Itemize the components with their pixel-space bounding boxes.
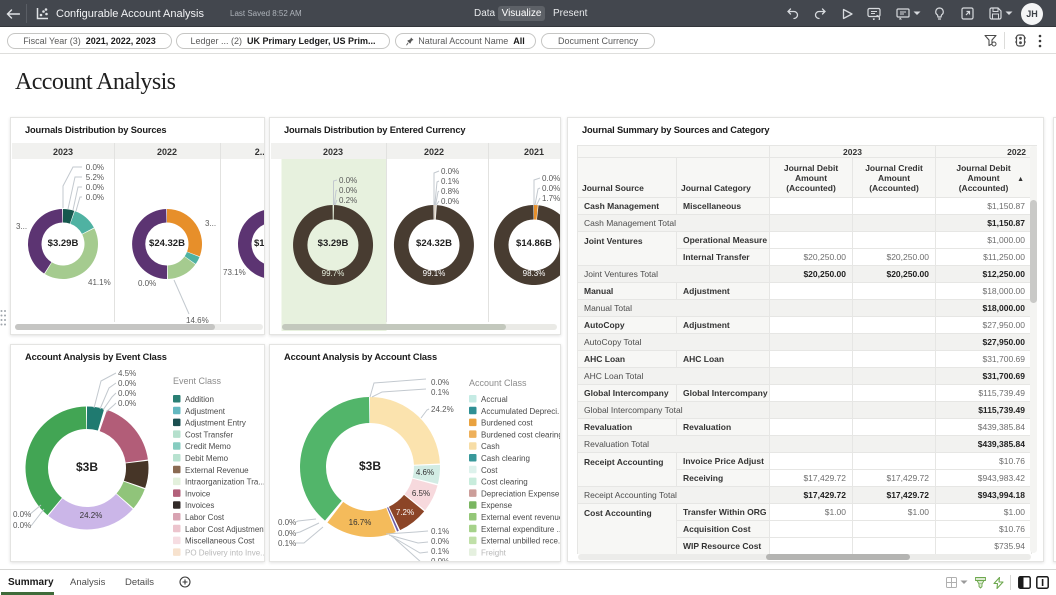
svg-text:$3.29B: $3.29B bbox=[48, 238, 79, 249]
svg-text:0.1%: 0.1% bbox=[431, 547, 449, 556]
svg-text:Depreciation Expense: Depreciation Expense bbox=[481, 489, 560, 498]
svg-text:3...: 3... bbox=[205, 219, 216, 228]
svg-text:41.1%: 41.1% bbox=[88, 278, 111, 287]
svg-text:Accrual: Accrual bbox=[481, 395, 508, 404]
svg-text:0.0%: 0.0% bbox=[542, 174, 560, 183]
svg-text:0.0%: 0.0% bbox=[278, 529, 296, 538]
svg-text:0.0%: 0.0% bbox=[86, 163, 104, 172]
svg-text:14.6%: 14.6% bbox=[186, 316, 209, 325]
svg-text:External unbilled rece...: External unbilled rece... bbox=[481, 537, 560, 546]
svg-text:5.2%: 5.2% bbox=[86, 173, 104, 182]
svg-text:Expense: Expense bbox=[481, 501, 513, 510]
svg-text:Addition: Addition bbox=[185, 395, 214, 404]
svg-text:Cost: Cost bbox=[481, 466, 498, 475]
svg-text:0.0%: 0.0% bbox=[13, 510, 31, 519]
svg-text:Adjustment Entry: Adjustment Entry bbox=[185, 419, 246, 428]
svg-text:Credit Memo: Credit Memo bbox=[185, 442, 231, 451]
svg-text:0.0%: 0.0% bbox=[138, 279, 156, 288]
svg-text:Cost clearing: Cost clearing bbox=[481, 478, 528, 487]
svg-text:Burdened cost clearing: Burdened cost clearing bbox=[481, 430, 560, 439]
svg-text:0.0%: 0.0% bbox=[118, 399, 136, 408]
svg-text:0.0%: 0.0% bbox=[339, 176, 357, 185]
svg-text:$24.32B: $24.32B bbox=[149, 238, 185, 249]
svg-text:3...: 3... bbox=[16, 222, 27, 231]
svg-text:2021: 2021 bbox=[524, 147, 544, 157]
svg-text:Labor Cost Adjustment: Labor Cost Adjustment bbox=[185, 525, 264, 534]
svg-text:0.0%: 0.0% bbox=[13, 521, 31, 530]
svg-text:Burdened cost: Burdened cost bbox=[481, 419, 533, 428]
svg-text:0.0%: 0.0% bbox=[278, 518, 296, 527]
svg-text:$3.29B: $3.29B bbox=[318, 238, 349, 249]
svg-text:Debit Memo: Debit Memo bbox=[185, 454, 229, 463]
svg-text:0.1%: 0.1% bbox=[278, 539, 296, 548]
svg-text:$1...: $1... bbox=[254, 238, 264, 249]
svg-text:$3B: $3B bbox=[359, 459, 381, 473]
svg-text:0.2%: 0.2% bbox=[339, 196, 357, 205]
svg-text:Invoices: Invoices bbox=[185, 501, 214, 510]
svg-text:Cash clearing: Cash clearing bbox=[481, 454, 530, 463]
svg-text:0.1%: 0.1% bbox=[441, 177, 459, 186]
svg-text:2...: 2... bbox=[255, 147, 264, 157]
svg-text:Miscellaneous Cost: Miscellaneous Cost bbox=[185, 537, 255, 546]
svg-text:$3B: $3B bbox=[76, 460, 98, 474]
svg-text:0.1%: 0.1% bbox=[431, 527, 449, 536]
svg-text:Intraorganization Tra...: Intraorganization Tra... bbox=[185, 478, 264, 487]
svg-text:2022: 2022 bbox=[157, 147, 177, 157]
svg-text:2023: 2023 bbox=[53, 147, 73, 157]
svg-text:Event Class: Event Class bbox=[173, 376, 222, 386]
svg-text:Adjustment: Adjustment bbox=[185, 407, 226, 416]
svg-text:0.0%: 0.0% bbox=[339, 186, 357, 195]
svg-text:External Revenue: External Revenue bbox=[185, 466, 249, 475]
svg-text:Accumulated Depreci...: Accumulated Depreci... bbox=[481, 407, 560, 416]
svg-text:Cash: Cash bbox=[481, 442, 500, 451]
svg-text:0.0%: 0.0% bbox=[431, 537, 449, 546]
svg-text:24.2%: 24.2% bbox=[80, 511, 103, 520]
svg-text:Labor Cost: Labor Cost bbox=[185, 513, 225, 522]
svg-text:0.0%: 0.0% bbox=[118, 379, 136, 388]
svg-text:4.6%: 4.6% bbox=[416, 468, 434, 477]
svg-text:0.0%: 0.0% bbox=[441, 197, 459, 206]
svg-text:Invoice: Invoice bbox=[185, 489, 211, 498]
svg-text:2023: 2023 bbox=[323, 147, 343, 157]
svg-text:1.7%: 1.7% bbox=[542, 194, 560, 203]
svg-text:0.0%: 0.0% bbox=[431, 378, 449, 387]
svg-text:0.0%: 0.0% bbox=[86, 193, 104, 202]
svg-text:73.1%: 73.1% bbox=[223, 268, 246, 277]
svg-text:16.7%: 16.7% bbox=[349, 518, 372, 527]
svg-text:0.0%: 0.0% bbox=[86, 183, 104, 192]
svg-text:$24.32B: $24.32B bbox=[416, 238, 452, 249]
svg-text:PO Delivery into Inve...: PO Delivery into Inve... bbox=[185, 548, 264, 557]
svg-text:0.0%: 0.0% bbox=[542, 184, 560, 193]
svg-text:External expenditure ...: External expenditure ... bbox=[481, 525, 560, 534]
svg-text:2022: 2022 bbox=[424, 147, 444, 157]
svg-text:0.8%: 0.8% bbox=[441, 187, 459, 196]
svg-text:0.0%: 0.0% bbox=[441, 167, 459, 176]
svg-text:0.0%: 0.0% bbox=[118, 389, 136, 398]
svg-text:24.2%: 24.2% bbox=[431, 405, 454, 414]
svg-text:Account Class: Account Class bbox=[469, 378, 527, 388]
svg-text:0.0%: 0.0% bbox=[431, 557, 449, 561]
svg-text:7.2%: 7.2% bbox=[396, 508, 414, 517]
svg-text:4.5%: 4.5% bbox=[118, 369, 136, 378]
svg-text:Freight: Freight bbox=[481, 548, 507, 557]
svg-text:99.1%: 99.1% bbox=[423, 269, 446, 278]
svg-text:99.7%: 99.7% bbox=[322, 269, 345, 278]
svg-text:Cost Transfer: Cost Transfer bbox=[185, 430, 233, 439]
svg-text:6.5%: 6.5% bbox=[412, 489, 430, 498]
svg-text:External event revenue: External event revenue bbox=[481, 513, 560, 522]
svg-text:98.3%: 98.3% bbox=[523, 269, 546, 278]
svg-text:0.1%: 0.1% bbox=[431, 388, 449, 397]
svg-text:$14.86B: $14.86B bbox=[516, 238, 552, 249]
